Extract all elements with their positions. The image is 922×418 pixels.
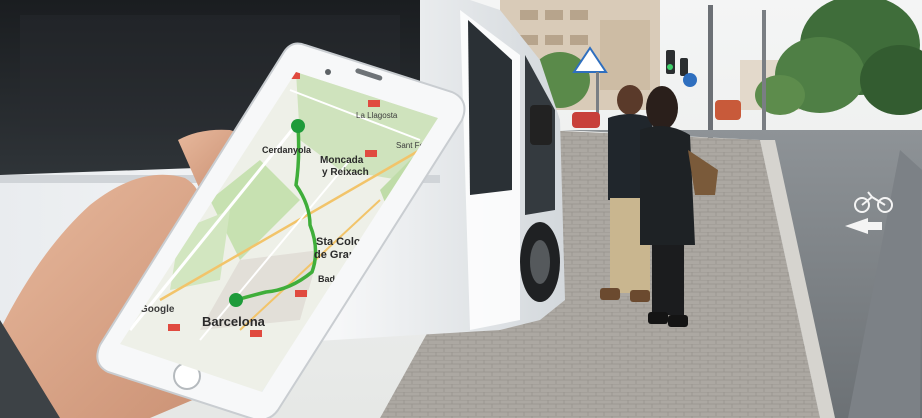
label-cerdanyola: Cerdanyola: [262, 145, 312, 155]
route-start-marker[interactable]: [291, 119, 305, 133]
label-reixach: y Reixach: [322, 167, 369, 178]
photo-scene: Moncada y Reixach Cerdanyola La Llagosta…: [0, 0, 922, 418]
google-logo: Google: [140, 304, 175, 315]
label-barcelona: Barcelona: [202, 314, 266, 329]
route-end-marker[interactable]: [229, 293, 243, 307]
label-montcada: Moncada: [320, 155, 364, 166]
scene-illustration: Moncada y Reixach Cerdanyola La Llagosta…: [0, 0, 922, 418]
label-la-llagosta: La Llagosta: [356, 111, 398, 120]
front-camera: [325, 69, 331, 75]
